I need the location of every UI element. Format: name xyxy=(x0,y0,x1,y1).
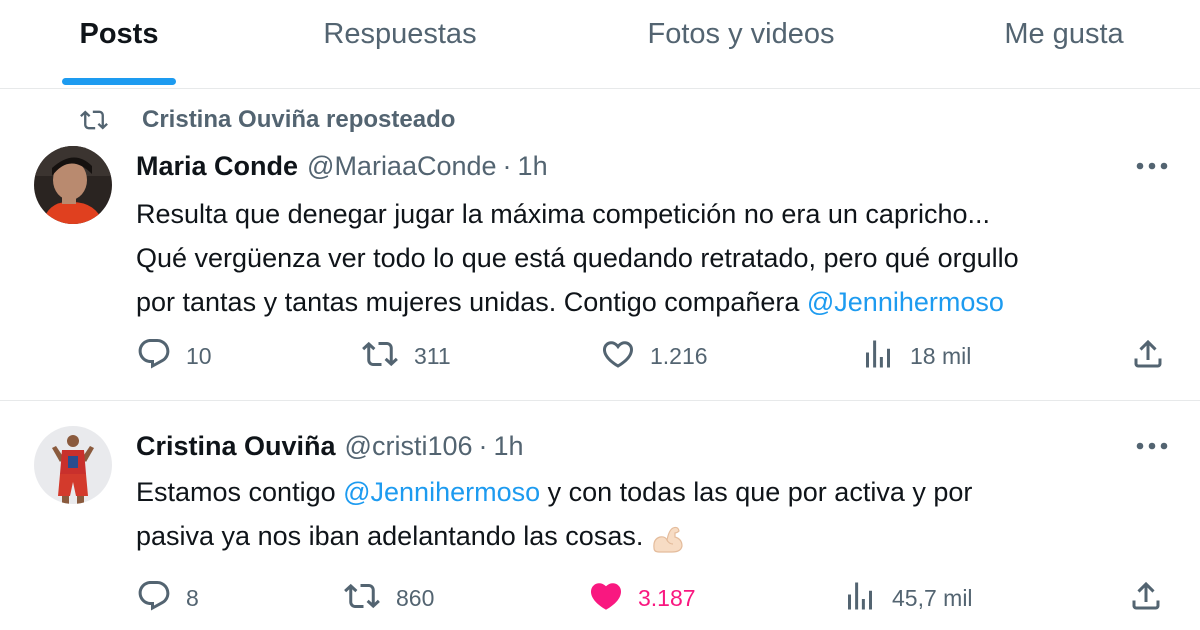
separator-dot: · xyxy=(502,150,512,181)
like-button[interactable]: 1.216 xyxy=(600,336,708,376)
tweet-actions: 10 311 1.216 18 mil xyxy=(0,336,1200,376)
reply-count: 10 xyxy=(186,342,212,369)
avatar[interactable] xyxy=(34,146,112,224)
share-icon xyxy=(1128,578,1164,619)
reply-count: 8 xyxy=(186,584,199,611)
tab-posts-label: Posts xyxy=(79,18,159,50)
more-options-icon[interactable] xyxy=(1132,152,1172,180)
tweet[interactable]: Maria Conde @MariaaConde · 1h Resulta qu… xyxy=(0,138,1200,401)
views-button[interactable]: 18 mil xyxy=(860,336,971,376)
author-name[interactable]: Cristina Ouviña xyxy=(136,431,336,462)
flexed-biceps-emoji xyxy=(651,523,685,553)
active-tab-indicator xyxy=(62,78,176,85)
tab-respuestas-label: Respuestas xyxy=(323,18,477,50)
heart-filled-icon xyxy=(588,578,624,619)
tab-me-gusta-label: Me gusta xyxy=(1004,18,1124,50)
tweet-text: Resulta que denegar jugar la máxima comp… xyxy=(136,192,1166,324)
tweet-text-line: Estamos contigo @Jennihermoso y con toda… xyxy=(136,470,1166,514)
profile-tabs: Posts Respuestas Fotos y videos Me gusta xyxy=(0,0,1200,89)
views-count: 18 mil xyxy=(910,342,972,369)
tweet-text-line: pasiva ya nos iban adelantando las cosas… xyxy=(136,514,1166,558)
tab-respuestas[interactable]: Respuestas xyxy=(298,0,502,88)
repost-count: 860 xyxy=(396,584,435,611)
reply-button[interactable]: 10 xyxy=(136,336,212,376)
more-options-icon[interactable] xyxy=(1132,432,1172,460)
like-count: 1.216 xyxy=(650,342,708,369)
tweet-text-segment: y con todas las que por activa y por xyxy=(540,477,973,507)
views-button[interactable]: 45,7 mil xyxy=(842,578,973,618)
repost-context: Cristina Ouviña reposteado xyxy=(78,104,455,136)
views-count: 45,7 mil xyxy=(892,584,973,611)
heart-icon xyxy=(600,336,636,377)
tweet-text-line: por tantas y tantas mujeres unidas. Cont… xyxy=(136,280,1166,324)
repost-context-text[interactable]: Cristina Ouviña reposteado xyxy=(142,106,455,134)
like-count: 3.187 xyxy=(638,584,696,611)
mention-link[interactable]: @Jennihermoso xyxy=(807,287,1004,317)
repost-count: 311 xyxy=(414,342,451,369)
repost-icon xyxy=(78,104,114,136)
separator-dot: · xyxy=(478,430,488,461)
share-button[interactable] xyxy=(1130,336,1166,376)
tweet-text: Estamos contigo @Jennihermoso y con toda… xyxy=(136,470,1166,558)
repost-button[interactable]: 311 xyxy=(360,336,451,376)
tweet[interactable]: Cristina Ouviña @cristi106 · 1h Estamos … xyxy=(0,402,1200,630)
analytics-icon xyxy=(842,578,878,619)
avatar[interactable] xyxy=(34,426,112,504)
share-button[interactable] xyxy=(1128,578,1164,618)
tweet-header: Maria Conde @MariaaConde · 1h xyxy=(136,146,548,186)
author-name[interactable]: Maria Conde xyxy=(136,151,298,182)
reply-button[interactable]: 8 xyxy=(136,578,199,618)
tweet-text-line: Resulta que denegar jugar la máxima comp… xyxy=(136,199,990,229)
repost-button[interactable]: 860 xyxy=(342,578,434,618)
tweet-time[interactable]: 1h xyxy=(494,431,524,462)
tweet-text-segment: por tantas y tantas mujeres unidas. Cont… xyxy=(136,287,807,317)
tab-me-gusta[interactable]: Me gusta xyxy=(980,0,1148,88)
repost-icon xyxy=(360,336,400,377)
reply-icon xyxy=(136,336,172,377)
tweet-text-line: Qué vergüenza ver todo lo que está queda… xyxy=(136,243,1019,273)
author-handle[interactable]: @cristi106 xyxy=(345,431,473,462)
tab-posts[interactable]: Posts xyxy=(40,0,198,88)
mention-link[interactable]: @Jennihermoso xyxy=(343,477,540,507)
tweet-header: Cristina Ouviña @cristi106 · 1h xyxy=(136,426,524,466)
tweet-actions: 8 860 3.187 45,7 mil xyxy=(0,578,1200,618)
author-handle[interactable]: @MariaaConde xyxy=(307,151,497,182)
share-icon xyxy=(1130,336,1166,377)
tab-fotos-y-videos-label: Fotos y videos xyxy=(647,18,835,50)
tweet-text-segment: Estamos contigo xyxy=(136,477,344,507)
repost-icon xyxy=(342,578,382,619)
tab-fotos-y-videos[interactable]: Fotos y videos xyxy=(620,0,862,88)
analytics-icon xyxy=(860,336,896,377)
reply-icon xyxy=(136,578,172,619)
tweet-time[interactable]: 1h xyxy=(518,151,548,182)
tweet-text-segment: pasiva ya nos iban adelantando las cosas… xyxy=(136,521,644,551)
like-button[interactable]: 3.187 xyxy=(588,578,696,618)
